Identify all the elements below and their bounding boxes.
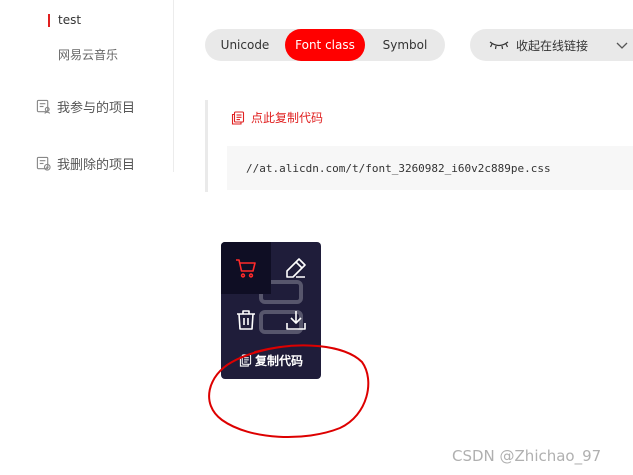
download-icon: [286, 311, 306, 330]
icon-card-popup: 复制代码: [221, 242, 321, 379]
project-user-icon: [36, 99, 51, 114]
tab-unicode[interactable]: Unicode: [205, 29, 285, 61]
sidebar-item-test[interactable]: test: [48, 11, 81, 29]
sidebar-item-label: test: [58, 13, 82, 27]
cart-icon: [236, 259, 256, 278]
eye-closed-icon: [489, 41, 509, 50]
copy-code-label: 点此复制代码: [251, 111, 324, 125]
sidebar: test 网易云音乐 我参与的项目 我删除的项目: [0, 0, 174, 173]
copy-icon: [239, 354, 252, 367]
popup-copy-label: 复制代码: [254, 354, 303, 368]
watermark: CSDN @Zhichao_97: [452, 447, 602, 465]
chevron-down-icon: [616, 42, 628, 49]
pencil-icon: [286, 258, 306, 278]
copy-code-link[interactable]: 点此复制代码: [231, 109, 323, 126]
trash-icon: [237, 310, 255, 330]
sidebar-item-label: 我参与的项目: [57, 101, 136, 116]
code-panel: 点此复制代码 //at.alicdn.com/t/font_3260982_i6…: [205, 100, 633, 192]
tab-symbol[interactable]: Symbol: [365, 29, 445, 61]
css-link-code[interactable]: //at.alicdn.com/t/font_3260982_i60v2c889…: [227, 146, 633, 190]
sidebar-item-music[interactable]: 网易云音乐: [58, 46, 118, 63]
download-icon-button[interactable]: [271, 294, 321, 346]
delete-icon-button[interactable]: [221, 294, 271, 346]
add-to-cart-button[interactable]: [221, 242, 271, 294]
edit-icon-button[interactable]: [271, 242, 321, 294]
sidebar-item-label: 我删除的项目: [57, 158, 136, 173]
tab-font-class[interactable]: Font class: [285, 29, 365, 61]
collapse-link-button[interactable]: 收起在线链接: [470, 29, 633, 61]
sidebar-item-joined-projects[interactable]: 我参与的项目: [36, 97, 135, 116]
collapse-link-label: 收起在线链接: [516, 38, 589, 53]
sidebar-item-deleted-projects[interactable]: 我删除的项目: [36, 154, 135, 173]
format-tabs: Unicode Font class Symbol: [205, 29, 445, 61]
popup-copy-code-button[interactable]: 复制代码: [221, 352, 321, 369]
active-indicator: [48, 13, 50, 27]
project-delete-icon: [36, 156, 51, 171]
copy-icon: [231, 110, 245, 125]
